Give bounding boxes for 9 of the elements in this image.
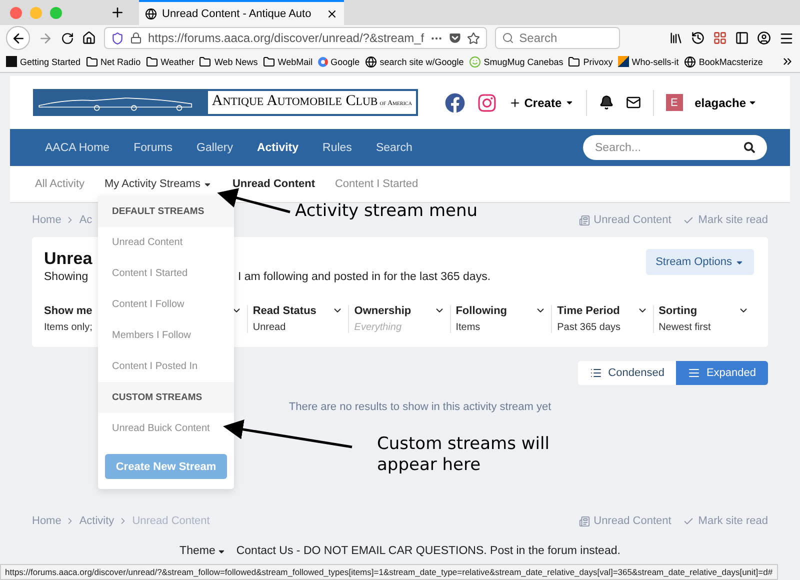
annotation-text: Activity stream menu <box>295 201 478 222</box>
stream-description: Showing <box>44 271 88 283</box>
menu-heading: CUSTOM STREAMS <box>98 382 234 413</box>
stream-description: I am following and posted in for the last 365 days. <box>238 271 491 283</box>
menu-heading: DEFAULT STREAMS <box>98 196 234 227</box>
empty-message: There are no results to show in this activity stream yet <box>288 401 552 413</box>
annotation-text: Custom streams will appear here <box>377 434 550 476</box>
page-title: Unrea <box>44 249 94 269</box>
status-url: https://forums.aaca.org/discover/unread/?&stream_follow=followed&stream_followed_types[items]=1&stream_date_type=relative&stream_date_relative_days[val]=365&stream_date_relative_days[unit]=d# <box>0 564 778 580</box>
